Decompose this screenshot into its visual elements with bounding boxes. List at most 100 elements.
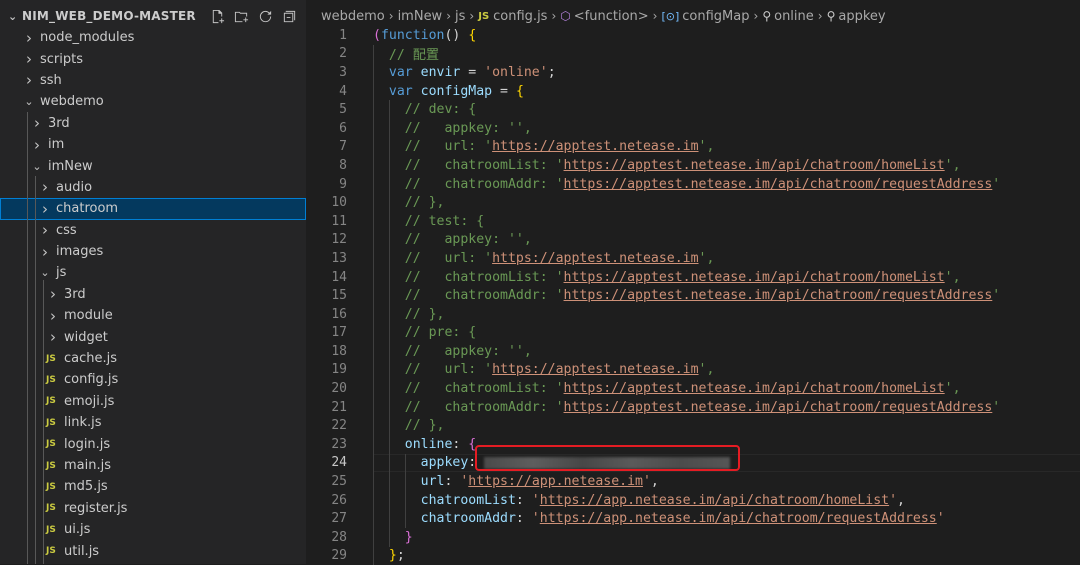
tree-file[interactable]: JS main.js bbox=[0, 455, 306, 476]
code-token: https://apptest.netease.im bbox=[492, 139, 699, 155]
tree-folder[interactable]: › images bbox=[0, 241, 306, 262]
tree-file[interactable]: JS config.js bbox=[0, 369, 306, 390]
code-line[interactable]: 16 // }, bbox=[306, 304, 1080, 324]
breadcrumb-segment[interactable]: webdemo bbox=[321, 9, 385, 24]
chevron-down-icon[interactable]: ⌄ bbox=[30, 160, 44, 173]
tree-file[interactable]: JS cache.js bbox=[0, 348, 306, 369]
code-line[interactable]: 4 var configMap = { bbox=[306, 81, 1080, 101]
chevron-down-icon[interactable]: ⌄ bbox=[8, 10, 22, 23]
code-line[interactable]: 22 // }, bbox=[306, 416, 1080, 436]
code-line[interactable]: 8 // chatroomList: ' https://apptest.netea… bbox=[306, 156, 1080, 175]
code-line[interactable]: 29}; bbox=[306, 546, 1080, 565]
code-line[interactable]: 5 // dev: { bbox=[306, 100, 1080, 119]
code-line[interactable]: 9 // chatroomAddr: ' https://apptest.netea… bbox=[306, 174, 1080, 194]
code-line[interactable]: 3 var envir = 'online'; bbox=[306, 63, 1080, 82]
tree-folder[interactable]: › audio bbox=[0, 177, 306, 198]
chevron-right-icon[interactable]: › bbox=[38, 243, 52, 261]
tree-folder[interactable]: › scripts bbox=[0, 48, 306, 69]
chevron-right-icon: › bbox=[469, 9, 475, 23]
tree-folder[interactable]: › 3rd bbox=[0, 284, 306, 305]
tree-folder[interactable]: › ssh bbox=[0, 70, 306, 91]
code-line[interactable]: 11 // test: { bbox=[306, 211, 1080, 231]
code-line[interactable]: 10 // }, bbox=[306, 193, 1080, 212]
code-line[interactable]: 13 // url: ' https://apptest.netease.im ', bbox=[306, 249, 1080, 268]
breadcrumb-segment[interactable]: appkey bbox=[838, 9, 885, 24]
tree-folder[interactable]: › node_modules bbox=[0, 27, 306, 48]
collapse-all-icon[interactable] bbox=[280, 7, 298, 25]
tree-file[interactable]: JS emoji.js bbox=[0, 391, 306, 412]
tree-folder[interactable]: ⌄ js bbox=[0, 262, 306, 283]
chevron-right-icon[interactable]: › bbox=[46, 285, 60, 303]
code-line[interactable]: 19 // url: ' https://apptest.netease.im ', bbox=[306, 360, 1080, 380]
code-text: chatroomList: ' https://app.netease.im/ap… bbox=[421, 491, 905, 510]
breadcrumb-segment[interactable]: online bbox=[774, 9, 814, 24]
code-line[interactable]: 25 url: ' https://app.netease.im ', bbox=[306, 472, 1080, 491]
code-area[interactable]: 1(function() {2// 配置 3 var envir = 'online… bbox=[306, 26, 1080, 565]
chevron-right-icon[interactable]: › bbox=[30, 136, 44, 154]
code-line[interactable]: 18 // appkey: '', bbox=[306, 342, 1080, 361]
code-token: https://apptest.netease.im/api/chatroom/… bbox=[563, 269, 945, 285]
chevron-right-icon[interactable]: › bbox=[22, 71, 36, 89]
code-token: // url: ' bbox=[404, 362, 493, 378]
tree-folder[interactable]: › chatroom bbox=[0, 198, 306, 220]
code-line[interactable]: 12 // appkey: '', bbox=[306, 230, 1080, 250]
code-token: // chatroomList: ' bbox=[404, 157, 564, 173]
breadcrumb-segment[interactable]: js bbox=[455, 9, 465, 24]
code-token: // chatroomList: ' bbox=[404, 381, 564, 397]
tree-folder[interactable]: › widget bbox=[0, 326, 306, 347]
tree-folder[interactable]: › im bbox=[0, 134, 306, 155]
chevron-right-icon[interactable]: › bbox=[22, 29, 36, 47]
code-line[interactable]: 17 // pre: { bbox=[306, 323, 1080, 343]
chevron-right-icon[interactable]: › bbox=[38, 221, 52, 239]
tree-folder[interactable]: › module bbox=[0, 305, 306, 326]
code-line[interactable]: 28} bbox=[306, 528, 1080, 547]
chevron-right-icon[interactable]: › bbox=[38, 178, 52, 196]
code-token: ', bbox=[944, 157, 961, 173]
code-line[interactable]: 2 // 配置 bbox=[306, 44, 1080, 63]
tree-folder[interactable]: ⌄ webdemo bbox=[0, 91, 306, 112]
new-file-icon[interactable] bbox=[208, 7, 226, 25]
code-line[interactable]: 1 (function() { bbox=[306, 26, 1080, 45]
tree-file[interactable]: JS register.js bbox=[0, 498, 306, 519]
tree-folder[interactable]: ⌄ imNew bbox=[0, 155, 306, 176]
breadcrumb-segment[interactable]: config.js bbox=[493, 9, 547, 24]
chevron-right-icon[interactable]: › bbox=[30, 114, 44, 132]
code-line[interactable]: 26 chatroomList: ' https://app.netease.im/… bbox=[306, 490, 1080, 510]
tree-file[interactable]: JS login.js bbox=[0, 433, 306, 454]
indent-guide bbox=[388, 416, 390, 436]
chevron-right-icon[interactable]: › bbox=[22, 50, 36, 68]
line-number: 23 bbox=[331, 436, 347, 452]
tree-file[interactable]: JS link.js bbox=[0, 412, 306, 433]
code-line[interactable]: 6 // appkey: '', bbox=[306, 118, 1080, 138]
indent-guide bbox=[373, 490, 374, 510]
code-editor[interactable]: webdemo › imNew › js › JS config.js › ⬡ <function>… bbox=[306, 0, 1080, 565]
chevron-right-icon[interactable]: › bbox=[38, 200, 52, 218]
indent-guide bbox=[373, 323, 374, 343]
function-icon: ⬡ bbox=[560, 9, 571, 23]
new-folder-icon[interactable] bbox=[232, 7, 250, 25]
tree-file[interactable]: JS ui.js bbox=[0, 519, 306, 540]
code-text: // appkey: '', bbox=[405, 119, 532, 138]
code-line[interactable]: 27 chatroomAddr: ' https://app.netease.im/… bbox=[306, 509, 1080, 529]
code-line[interactable]: 20 // chatroomList: ' https://apptest.nete… bbox=[306, 379, 1080, 398]
tree-file[interactable]: JS md5.js bbox=[0, 476, 306, 497]
indent-guide bbox=[388, 360, 390, 380]
code-token: https://apptest.netease.im/api/chatroom/… bbox=[563, 157, 945, 173]
chevron-down-icon[interactable]: ⌄ bbox=[38, 266, 52, 279]
javascript-file-icon: JS bbox=[46, 417, 56, 428]
breadcrumb-segment[interactable]: configMap bbox=[682, 9, 749, 24]
refresh-icon[interactable] bbox=[256, 7, 274, 25]
code-line[interactable]: 14 // chatroomList: ' https://apptest.nete… bbox=[306, 267, 1080, 287]
tree-folder[interactable]: › css bbox=[0, 220, 306, 241]
chevron-right-icon[interactable]: › bbox=[46, 307, 60, 325]
javascript-file-icon: JS bbox=[46, 546, 56, 557]
breadcrumb-segment[interactable]: imNew bbox=[398, 9, 443, 24]
breadcrumb-segment[interactable]: <function> bbox=[574, 9, 649, 24]
code-line[interactable]: 7 // url: ' https://apptest.netease.im ', bbox=[306, 137, 1080, 157]
code-line[interactable]: 21 // chatroomAddr: ' https://apptest.nete… bbox=[306, 397, 1080, 417]
tree-folder[interactable]: › 3rd bbox=[0, 113, 306, 134]
chevron-right-icon[interactable]: › bbox=[46, 328, 60, 346]
tree-file[interactable]: JS util.js bbox=[0, 540, 306, 561]
chevron-down-icon[interactable]: ⌄ bbox=[22, 95, 36, 108]
code-line[interactable]: 15 // chatroomAddr: ' https://apptest.nete… bbox=[306, 286, 1080, 305]
